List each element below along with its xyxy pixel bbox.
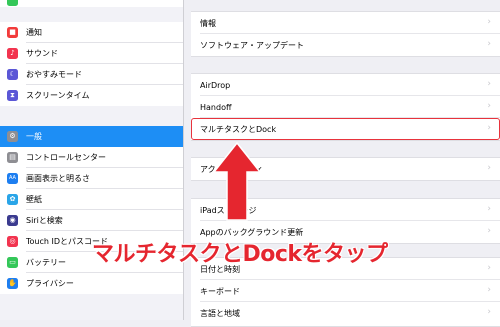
settings-group-handoff: AirDrop › Handoff › マルチタスクとDock ›	[191, 73, 500, 141]
sidebar-item-label: スクリーンタイム	[26, 91, 90, 100]
battery-icon: ▭	[7, 257, 18, 268]
chevron-right-icon: ›	[487, 101, 491, 111]
gear-icon: ⚙	[7, 131, 18, 142]
settings-row[interactable]: AirDrop ›	[191, 74, 500, 96]
chevron-right-icon: ›	[487, 163, 491, 173]
chevron-right-icon: ›	[487, 79, 491, 89]
settings-row[interactable]: キーボード ›	[191, 280, 500, 302]
sidebar-top-stub	[0, 0, 183, 7]
settings-row-label: マルチタスクとDock	[200, 124, 277, 134]
settings-row[interactable]: Handoff ›	[191, 96, 500, 118]
sidebar-item-label: 壁紙	[26, 195, 42, 204]
settings-group-about: 情報 › ソフトウェア・アップデート ›	[191, 11, 500, 57]
chevron-right-icon: ›	[487, 39, 491, 49]
fingerprint-icon: ◎	[7, 236, 18, 247]
sidebar-item[interactable]: ✿ 壁紙	[0, 189, 183, 210]
red-up-arrow	[212, 142, 262, 221]
settings-row-label: 情報	[200, 18, 216, 28]
sidebar-item-label: 通知	[26, 28, 42, 37]
settings-row[interactable]: マルチタスクとDock ›	[191, 118, 500, 140]
chevron-right-icon: ›	[487, 307, 491, 317]
sidebar-item[interactable]: ⧗ スクリーンタイム	[0, 85, 183, 106]
settings-row-label: AirDrop	[200, 80, 231, 90]
sidebar-item-label: 一般	[26, 132, 42, 141]
settings-row[interactable]: 言語と地域 ›	[191, 302, 500, 324]
sidebar-item-label: プライバシー	[26, 279, 74, 288]
chevron-right-icon: ›	[487, 17, 491, 27]
sidebar-item[interactable]: ▤ コントロールセンター	[0, 147, 183, 168]
settings-row-label: キーボード	[200, 286, 240, 296]
wallpaper-icon: ✿	[7, 194, 18, 205]
sounds-icon: ♪	[7, 48, 18, 59]
sidebar-item-label: おやすみモード	[26, 70, 82, 79]
notifications-icon: ■	[7, 27, 18, 38]
settings-row[interactable]: 情報 ›	[191, 12, 500, 34]
sidebar-item-label: コントロールセンター	[26, 153, 106, 162]
sidebar-item[interactable]: ◉ Siriと検索	[0, 210, 183, 231]
sidebar-group-2: ⚙ 一般 ▤ コントロールセンター AA 画面表示と明るさ ✿ 壁紙 ◉ Siriと検索 ◎ Touc…	[0, 126, 183, 294]
sidebar-item-label: サウンド	[26, 49, 58, 58]
control-center-icon: ▤	[7, 152, 18, 163]
sidebar-item-label: バッテリー	[26, 258, 66, 267]
display-icon: AA	[7, 173, 18, 184]
sidebar-item[interactable]: ⚙ 一般	[0, 126, 183, 147]
sidebar-item[interactable]: AA 画面表示と明るさ	[0, 168, 183, 189]
settings-row-label: ソフトウェア・アップデート	[200, 40, 304, 50]
green-icon	[7, 0, 18, 6]
instruction-annotation: マルチタスクとDockをタップ	[92, 242, 388, 267]
settings-row-label: 言語と地域	[200, 308, 240, 318]
chevron-right-icon: ›	[487, 263, 491, 273]
hand-icon: ✋	[7, 278, 18, 289]
chevron-right-icon: ›	[487, 123, 491, 133]
sidebar-item-label: 画面表示と明るさ	[26, 174, 90, 183]
settings-sidebar: ■ 通知 ♪ サウンド ☾ おやすみモード ⧗ スクリーンタイム ⚙ 一般 ▤ コントロールセンター…	[0, 0, 184, 320]
settings-row[interactable]: ソフトウェア・アップデート ›	[191, 34, 500, 56]
settings-row-label: Handoff	[200, 102, 232, 112]
sidebar-item[interactable]: ✋ プライバシー	[0, 273, 183, 294]
sidebar-item[interactable]: ♪ サウンド	[0, 43, 183, 64]
siri-icon: ◉	[7, 215, 18, 226]
sidebar-item[interactable]: ■ 通知	[0, 22, 183, 43]
sidebar-item[interactable]: ☾ おやすみモード	[0, 64, 183, 85]
chevron-right-icon: ›	[487, 285, 491, 295]
chevron-right-icon: ›	[487, 226, 491, 236]
chevron-right-icon: ›	[487, 204, 491, 214]
hourglass-icon: ⧗	[7, 90, 18, 101]
moon-icon: ☾	[7, 69, 18, 80]
sidebar-group-1: ■ 通知 ♪ サウンド ☾ おやすみモード ⧗ スクリーンタイム	[0, 22, 183, 106]
sidebar-item-label: Siriと検索	[26, 216, 63, 225]
